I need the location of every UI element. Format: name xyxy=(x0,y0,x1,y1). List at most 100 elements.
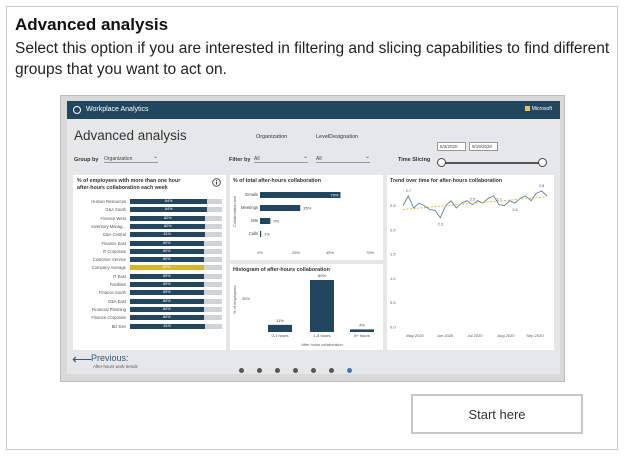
bar-category-label: Facilities xyxy=(109,282,126,287)
tick-label: 35% xyxy=(242,296,250,301)
bar-category-label: Human Resources xyxy=(91,199,126,204)
organization-dropdown[interactable]: All xyxy=(254,153,308,163)
bar-mark xyxy=(260,205,301,211)
bar-mark: 80% xyxy=(130,282,204,287)
bar-category-label: Finance East xyxy=(101,240,126,246)
data-label: 2.7 xyxy=(496,198,501,202)
category-label: 1-5 hours xyxy=(314,333,331,338)
group-by-dropdown[interactable]: Organization xyxy=(104,153,158,163)
data-label: 2.5 xyxy=(470,198,475,202)
bar-mark: 80% xyxy=(130,298,204,304)
bar-mark: 80% xyxy=(130,248,204,254)
page-dot[interactable] xyxy=(275,368,280,373)
page-dot[interactable] xyxy=(311,368,316,373)
organization-label: Organization xyxy=(256,134,288,140)
data-label: 11% xyxy=(276,318,284,323)
tick-label: Aug 2020 xyxy=(497,333,515,338)
tick-label: Jun 2020 xyxy=(437,333,454,338)
report-title: Advanced analysis xyxy=(74,128,187,143)
series-line xyxy=(402,190,548,219)
level-dropdown[interactable]: All xyxy=(316,153,370,163)
bar-mark: 82% xyxy=(130,215,206,221)
app-header: Workplace Analytics Microsoft xyxy=(67,101,560,119)
histogram-chart: % of employees 35% 11% 0-1 hours 80% 1-5 hour… xyxy=(232,273,374,347)
employees-chart-panel: % of employees with more than one hour a… xyxy=(73,175,226,350)
data-label: 4% xyxy=(359,322,365,327)
previous-subtitle: After-hours work trends xyxy=(93,364,138,369)
tick-label: Sep 2020 xyxy=(526,333,544,338)
bar-category-label: Financial Planning xyxy=(91,306,126,312)
category-label: Calls xyxy=(249,231,258,236)
bar-mark: 81% xyxy=(130,323,205,329)
bar-category-label: G&A Central xyxy=(102,232,126,238)
bar-mark: 80% xyxy=(130,315,204,321)
bar-mark xyxy=(310,280,334,332)
trend-chart: 2.5 2.0 1.5 1.0 0.5 0.0 May 2020 Jun 2020 Jul 20… xyxy=(390,184,548,338)
bar-category-label: Company Average xyxy=(91,265,126,271)
page-dot[interactable] xyxy=(257,368,262,373)
bar-category-label: Finance Corporate xyxy=(91,315,126,321)
trend-panel: Trend over time for after-hours collabor… xyxy=(387,175,554,350)
time-slider[interactable] xyxy=(437,158,547,167)
slider-end-handle[interactable] xyxy=(538,158,547,167)
start-date-input[interactable]: 5/3/2020 xyxy=(437,142,466,151)
bar-category-label: Biz Dev xyxy=(111,323,126,329)
time-slicing-label: Time Slicing xyxy=(398,157,431,163)
axis-label: After-hours collaboration xyxy=(301,343,342,347)
data-label: 70% xyxy=(330,192,338,197)
bar-category-label: IT Corporate xyxy=(102,248,126,254)
report-preview: Workplace Analytics Microsoft Advanced a… xyxy=(60,95,565,382)
employees-chart-title: % of employees with more than one hour a… xyxy=(77,178,181,191)
bar-mark: 80% xyxy=(130,306,204,312)
bar-mark: 84% xyxy=(130,207,208,213)
tick-label: 25% xyxy=(292,250,300,255)
category-label: 0-1 hours xyxy=(272,333,289,338)
category-label: IMs xyxy=(251,218,258,223)
group-by-label: Group by xyxy=(74,157,99,163)
page-dot[interactable] xyxy=(293,368,298,373)
app-name: Workplace Analytics xyxy=(86,106,149,113)
page-dot[interactable] xyxy=(329,368,334,373)
page-dot[interactable] xyxy=(239,368,244,373)
collaboration-share-chart: Collaboration tool Emails 70% Meetings 35% IM… xyxy=(232,192,374,255)
tick-label: 45% xyxy=(326,250,334,255)
end-date-input[interactable]: 9/19/2020 xyxy=(469,142,498,151)
slider-start-handle[interactable] xyxy=(437,158,446,167)
bar-mark xyxy=(268,324,292,332)
previous-label: Previous: xyxy=(91,353,129,363)
data-label: 1% xyxy=(264,231,270,236)
tick-label: 2.0 xyxy=(390,227,396,232)
tick-label: May 2020 xyxy=(406,333,424,338)
page-dot[interactable] xyxy=(347,368,352,373)
data-label: 80% xyxy=(318,273,326,278)
category-label: Emails xyxy=(245,192,258,197)
data-label: 2.6 xyxy=(512,208,517,212)
axis-label: % of employees xyxy=(232,286,237,314)
arrow-left-icon: ⟵ xyxy=(72,351,93,367)
bar-category-label: Customer Service xyxy=(92,257,126,263)
tick-label: 1.0 xyxy=(390,276,396,281)
tick-label: 0% xyxy=(257,250,263,255)
axis-label: Collaboration tool xyxy=(232,196,237,227)
bar-mark xyxy=(260,231,262,237)
data-label: 9% xyxy=(273,218,279,223)
bar-mark: 80% xyxy=(130,240,204,246)
advanced-analysis-card: Advanced analysis Select this option if … xyxy=(6,6,618,450)
card-description: Select this option if you are interested… xyxy=(15,40,610,78)
category-label: 5+ hours xyxy=(354,333,370,338)
report-canvas: Advanced analysis Group by Organization … xyxy=(67,119,560,374)
start-here-button[interactable]: Start here xyxy=(411,394,583,434)
histogram-panel: Histogram of after-hours collaboration %… xyxy=(230,264,383,350)
bar-category-label: Finance West xyxy=(100,215,126,221)
bar-category-label: Finance South xyxy=(98,290,126,296)
collaboration-share-panel: % of total after-hours collaboration Col… xyxy=(230,175,383,260)
tick-label: Jul 2020 xyxy=(467,333,483,338)
bar-mark xyxy=(260,218,271,224)
info-icon[interactable] xyxy=(212,178,221,187)
bar-mark: 84% xyxy=(130,199,208,204)
tick-label: 0.5 xyxy=(390,300,396,305)
level-label: LevelDesignation xyxy=(316,134,359,140)
filter-by-label: Filter by xyxy=(229,157,251,163)
tick-label: 2.5 xyxy=(390,203,396,208)
bar-mark: 81% xyxy=(130,232,205,238)
